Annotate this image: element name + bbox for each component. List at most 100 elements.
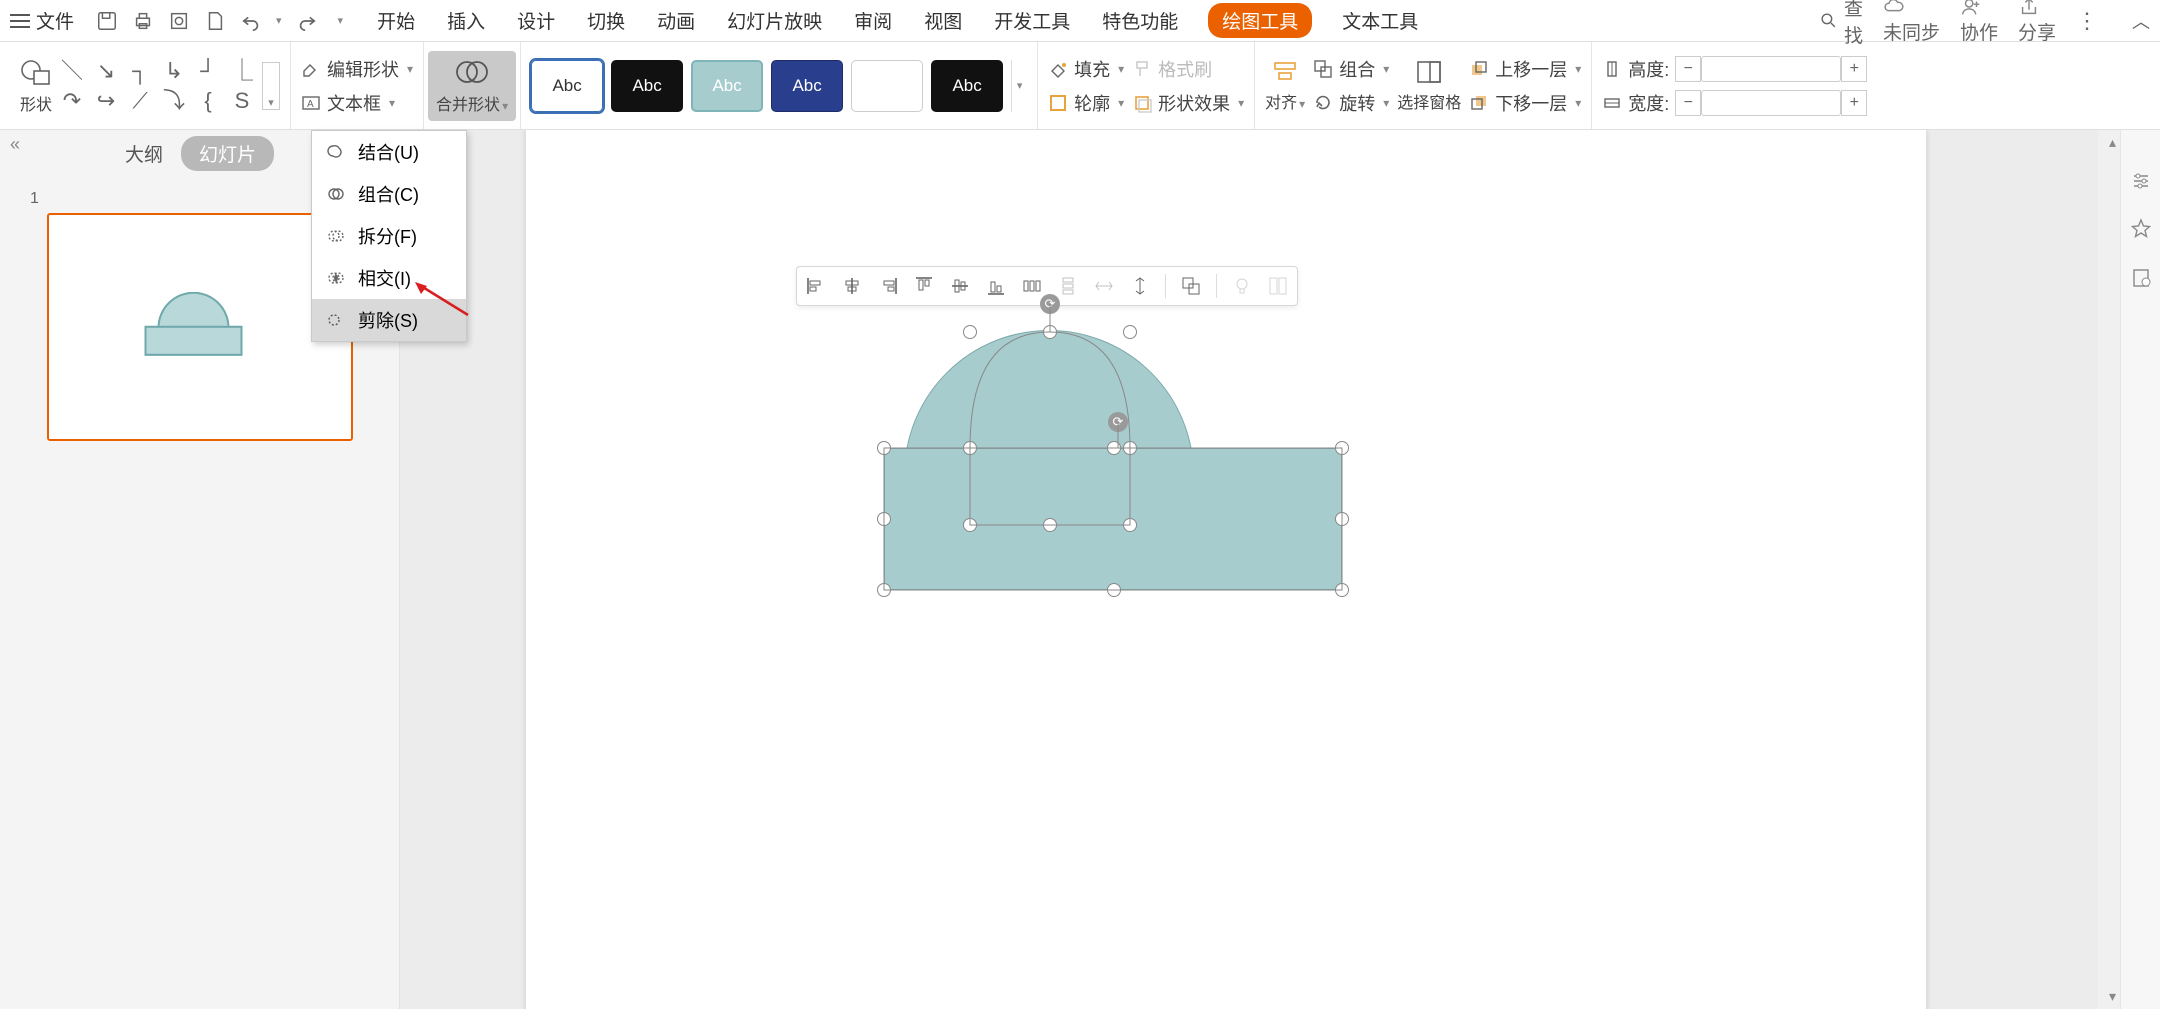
width-inc[interactable]: + bbox=[1841, 90, 1867, 116]
shape-gallery-more[interactable]: ▾ bbox=[262, 62, 280, 110]
tab-view[interactable]: 视图 bbox=[922, 3, 964, 38]
sel-handle[interactable] bbox=[963, 325, 977, 339]
tab-text-tools[interactable]: 文本工具 bbox=[1340, 3, 1420, 38]
fill-button[interactable]: 填充▾ bbox=[1048, 56, 1124, 82]
outline-tab[interactable]: 大纲 bbox=[125, 140, 163, 167]
file-menu[interactable]: 文件 bbox=[10, 7, 74, 34]
group-button[interactable]: 组合▾ bbox=[1313, 56, 1389, 82]
edit-shape-button[interactable]: 编辑形状▾ bbox=[301, 56, 413, 82]
panel-collapse[interactable]: « bbox=[10, 134, 20, 155]
align-bottom-icon[interactable] bbox=[985, 275, 1007, 297]
tab-features[interactable]: 特色功能 bbox=[1100, 3, 1180, 38]
more-button[interactable]: ⋮ bbox=[2076, 8, 2098, 34]
qat-customize[interactable]: ▾ bbox=[338, 14, 344, 27]
search-button[interactable]: 查找 bbox=[1819, 0, 1863, 48]
selection-pane-button[interactable]: 选择窗格 bbox=[1397, 59, 1461, 113]
style-1[interactable]: Abc bbox=[531, 60, 603, 112]
scroll-up[interactable]: ▴ bbox=[2109, 134, 2116, 151]
tab-animation[interactable]: 动画 bbox=[655, 3, 697, 38]
tab-start[interactable]: 开始 bbox=[375, 3, 417, 38]
rotation-handle-1[interactable]: ⟳ bbox=[1040, 294, 1060, 314]
rotation-handle-2[interactable]: ⟳ bbox=[1108, 412, 1128, 432]
settings-icon[interactable] bbox=[2130, 170, 2152, 192]
height-dec[interactable]: − bbox=[1675, 56, 1701, 82]
styles-more[interactable]: ▾ bbox=[1011, 60, 1027, 112]
canvas-area[interactable]: ⟳ ⟳ bbox=[400, 130, 2120, 1009]
merge-union[interactable]: 结合(U) bbox=[312, 131, 466, 173]
height-input[interactable] bbox=[1701, 56, 1841, 82]
shape-gallery[interactable]: ＼ ↘ ┐ ↳ ┘ ⎿ ↷ ↪ ⟋ ⤵ { S bbox=[60, 59, 254, 113]
undo-dropdown[interactable]: ▾ bbox=[276, 14, 282, 27]
tab-design[interactable]: 设计 bbox=[515, 3, 557, 38]
share-button[interactable]: 分享 bbox=[2018, 0, 2056, 45]
vertical-scrollbar[interactable]: ▴ ▾ bbox=[2098, 130, 2120, 1009]
sel-handle[interactable] bbox=[1043, 325, 1057, 339]
bracket-shape[interactable]: ⎿ bbox=[230, 59, 254, 83]
connector2-shape[interactable]: ⤵ bbox=[162, 89, 186, 113]
text-box-button[interactable]: A 文本框▾ bbox=[301, 90, 413, 116]
slides-tab[interactable]: 幻灯片 bbox=[181, 136, 274, 171]
sel-handle[interactable] bbox=[877, 583, 891, 597]
tab-drawing-tools[interactable]: 绘图工具 bbox=[1208, 3, 1312, 38]
rectangle-shape[interactable] bbox=[884, 448, 1342, 590]
elbow-shape[interactable]: ┐ bbox=[128, 59, 152, 83]
style-2[interactable]: Abc bbox=[611, 60, 683, 112]
doc-icon[interactable] bbox=[204, 10, 226, 32]
equal-height-icon[interactable] bbox=[1129, 275, 1151, 297]
style-6[interactable]: Abc bbox=[931, 60, 1003, 112]
curve-shape[interactable]: ↷ bbox=[60, 89, 84, 113]
sel-handle[interactable] bbox=[1123, 518, 1137, 532]
distribute-v-icon[interactable] bbox=[1057, 275, 1079, 297]
width-dec[interactable]: − bbox=[1675, 90, 1701, 116]
tab-insert[interactable]: 插入 bbox=[445, 3, 487, 38]
group-mini-icon[interactable] bbox=[1180, 275, 1202, 297]
sel-handle[interactable] bbox=[1335, 583, 1349, 597]
collapse-ribbon[interactable]: ︿ bbox=[2132, 8, 2150, 34]
tab-slideshow[interactable]: 幻灯片放映 bbox=[725, 3, 824, 38]
scroll-down[interactable]: ▾ bbox=[2109, 988, 2116, 1005]
sel-handle[interactable] bbox=[1107, 441, 1121, 455]
align-left-icon[interactable] bbox=[805, 275, 827, 297]
scurve-shape[interactable]: S bbox=[230, 89, 254, 113]
rotate-button[interactable]: 旋转▾ bbox=[1313, 90, 1389, 116]
slide-thumbnail-1[interactable] bbox=[47, 213, 353, 441]
align-center-h-icon[interactable] bbox=[841, 275, 863, 297]
style-5[interactable] bbox=[851, 60, 923, 112]
align-top-icon[interactable] bbox=[913, 275, 935, 297]
tab-review[interactable]: 审阅 bbox=[852, 3, 894, 38]
send-backward-button[interactable]: 下移一层▾ bbox=[1469, 90, 1581, 116]
print-preview-icon[interactable] bbox=[168, 10, 190, 32]
sel-handle[interactable] bbox=[963, 441, 977, 455]
elbow-arrow-shape[interactable]: ↳ bbox=[162, 59, 186, 83]
outline-button[interactable]: 轮廓▾ bbox=[1048, 90, 1124, 116]
collab-button[interactable]: 协作 bbox=[1960, 0, 1998, 45]
width-input[interactable] bbox=[1701, 90, 1841, 116]
sel-handle[interactable] bbox=[1335, 512, 1349, 526]
freeform-shape[interactable]: { bbox=[196, 89, 220, 113]
tab-transition[interactable]: 切换 bbox=[585, 3, 627, 38]
sel-handle[interactable] bbox=[1123, 325, 1137, 339]
sel-handle[interactable] bbox=[963, 518, 977, 532]
sel-handle[interactable] bbox=[877, 441, 891, 455]
connector-shape[interactable]: ⟋ bbox=[128, 89, 152, 113]
save-icon[interactable] bbox=[96, 10, 118, 32]
undo-icon[interactable] bbox=[240, 10, 262, 32]
distribute-h-icon[interactable] bbox=[1021, 275, 1043, 297]
arrow-line-shape[interactable]: ↘ bbox=[94, 59, 118, 83]
align-middle-v-icon[interactable] bbox=[949, 275, 971, 297]
merge-fragment[interactable]: 拆分(F) bbox=[312, 215, 466, 257]
bulb-icon[interactable] bbox=[1231, 275, 1253, 297]
layout-icon[interactable] bbox=[1267, 275, 1289, 297]
slide-canvas[interactable]: ⟳ ⟳ bbox=[526, 130, 1926, 1009]
merge-combine[interactable]: 组合(C) bbox=[312, 173, 466, 215]
curve-arrow-shape[interactable]: ↪ bbox=[94, 89, 118, 113]
style-4[interactable]: Abc bbox=[771, 60, 843, 112]
line-shape[interactable]: ＼ bbox=[60, 59, 84, 83]
sel-handle[interactable] bbox=[877, 512, 891, 526]
align-button[interactable]: 对齐▾ bbox=[1265, 59, 1305, 113]
shape-effects-button[interactable]: 形状效果▾ bbox=[1132, 90, 1244, 116]
star-icon[interactable] bbox=[2130, 218, 2152, 240]
tab-devtools[interactable]: 开发工具 bbox=[992, 3, 1072, 38]
bring-forward-button[interactable]: 上移一层▾ bbox=[1469, 56, 1581, 82]
sel-handle[interactable] bbox=[1123, 441, 1137, 455]
